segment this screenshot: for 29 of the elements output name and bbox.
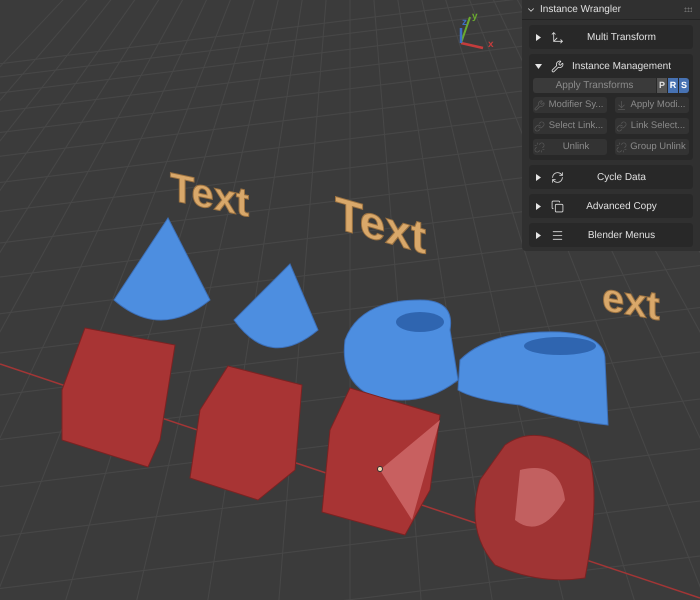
scene-text-object: Text <box>170 163 250 226</box>
axes-icon <box>551 30 564 44</box>
wrench-icon <box>534 100 545 110</box>
download-icon <box>616 100 627 110</box>
axis-label: z <box>462 17 467 28</box>
drag-handle-icon[interactable] <box>684 7 692 12</box>
section-title[interactable]: Instance Management <box>572 58 687 74</box>
scene-text-object: ext <box>602 274 660 330</box>
expand-triangle-icon[interactable] <box>535 174 543 180</box>
axis-label: y <box>472 11 478 22</box>
wrench-icon <box>551 60 564 72</box>
axis-label: x <box>488 39 494 50</box>
cycle-arrows-icon <box>551 170 564 184</box>
menu-icon <box>551 228 564 242</box>
expand-triangle-icon[interactable] <box>535 202 543 210</box>
copy-icon <box>551 200 564 212</box>
section-title[interactable]: Multi Transform <box>572 30 687 44</box>
scene-text-object: Text <box>335 186 426 264</box>
expand-triangle-icon[interactable] <box>535 34 543 40</box>
section-title[interactable]: Blender Menus <box>572 228 687 242</box>
section-title[interactable]: Advanced Copy <box>572 198 687 214</box>
panel-title: Instance Wrangler <box>540 3 622 17</box>
section-title[interactable]: Cycle Data <box>572 170 687 184</box>
unlink-icon <box>616 142 627 152</box>
link-icon <box>616 120 627 132</box>
link-icon <box>534 120 545 132</box>
unlink-icon <box>534 142 545 152</box>
expand-triangle-icon[interactable] <box>535 62 543 70</box>
expand-triangle-icon[interactable] <box>535 232 543 238</box>
